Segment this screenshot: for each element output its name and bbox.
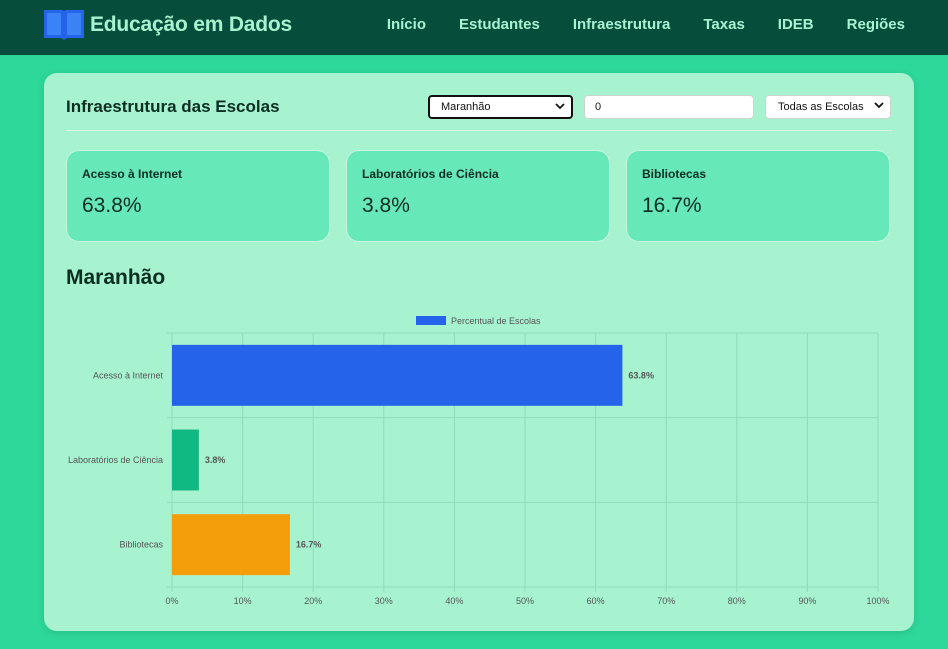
stat-label: Laboratórios de Ciência — [362, 167, 499, 181]
x-tick-label: 30% — [375, 596, 393, 606]
infrastructure-bar-chart: 0% 10% 20% 30% 40% 50% 60% 70% 80% 90% 100% Percent… — [68, 316, 890, 606]
year-input[interactable]: 0 — [584, 95, 754, 119]
navbar: Educação em Dados Início Estudantes Infr… — [0, 0, 948, 55]
state-select-value: Maranhão — [441, 101, 491, 113]
bar — [172, 514, 290, 576]
x-tick-label: 10% — [234, 596, 252, 606]
region-heading: Maranhão — [66, 266, 166, 289]
stat-card-libraries: Bibliotecas 16.7% — [626, 150, 890, 242]
x-tick-label: 50% — [516, 596, 534, 606]
page-title: Infraestrutura das Escolas — [66, 97, 280, 116]
data-label: 16.7% — [296, 540, 322, 550]
chevron-down-icon — [555, 103, 565, 110]
school-type-select[interactable]: Todas as Escolas — [765, 95, 891, 119]
stat-value: 16.7% — [642, 194, 702, 217]
nav-link-estudantes[interactable]: Estudantes — [459, 16, 540, 33]
year-input-value: 0 — [595, 101, 602, 113]
nav-link-regioes[interactable]: Regiões — [847, 16, 905, 33]
x-tick-label: 90% — [798, 596, 816, 606]
stat-card-internet: Acesso à Internet 63.8% — [66, 150, 330, 242]
infrastructure-card: Infraestrutura das Escolas Maranhão 0 To… — [44, 73, 914, 631]
nav-link-inicio[interactable]: Início — [387, 16, 426, 33]
brand[interactable]: Educação em Dados — [42, 8, 292, 42]
nav-link-ideb[interactable]: IDEB — [778, 16, 814, 33]
state-select[interactable]: Maranhão — [428, 95, 573, 119]
y-tick-label: Bibliotecas — [119, 540, 163, 550]
data-label: 63.8% — [628, 370, 654, 380]
app-title: Educação em Dados — [90, 13, 293, 36]
book-icon — [44, 10, 84, 40]
x-tick-label: 80% — [728, 596, 746, 606]
chevron-down-icon — [874, 102, 884, 109]
x-tick-label: 0% — [165, 596, 178, 606]
y-tick-label: Acesso à Internet — [93, 370, 164, 380]
x-tick-label: 100% — [866, 596, 889, 606]
stat-card-science-labs: Laboratórios de Ciência 3.8% — [346, 150, 610, 242]
header-divider — [66, 130, 892, 131]
legend-swatch — [416, 316, 446, 325]
bar — [172, 429, 199, 491]
stat-value: 63.8% — [82, 194, 142, 217]
data-label: 3.8% — [205, 455, 226, 465]
stat-value: 3.8% — [362, 194, 410, 217]
bar — [172, 344, 623, 406]
legend-label: Percentual de Escolas — [451, 316, 541, 326]
x-tick-label: 40% — [445, 596, 463, 606]
nav-menu: Início Estudantes Infraestrutura Taxas I… — [354, 16, 905, 33]
nav-link-infraestrutura[interactable]: Infraestrutura — [573, 16, 671, 33]
stat-label: Acesso à Internet — [82, 167, 183, 181]
y-tick-label: Laboratórios de Ciência — [68, 455, 163, 465]
x-tick-label: 70% — [657, 596, 675, 606]
stat-label: Bibliotecas — [642, 167, 707, 181]
x-tick-label: 20% — [304, 596, 322, 606]
x-tick-label: 60% — [587, 596, 605, 606]
school-type-select-value: Todas as Escolas — [778, 101, 864, 113]
nav-link-taxas[interactable]: Taxas — [703, 16, 744, 33]
